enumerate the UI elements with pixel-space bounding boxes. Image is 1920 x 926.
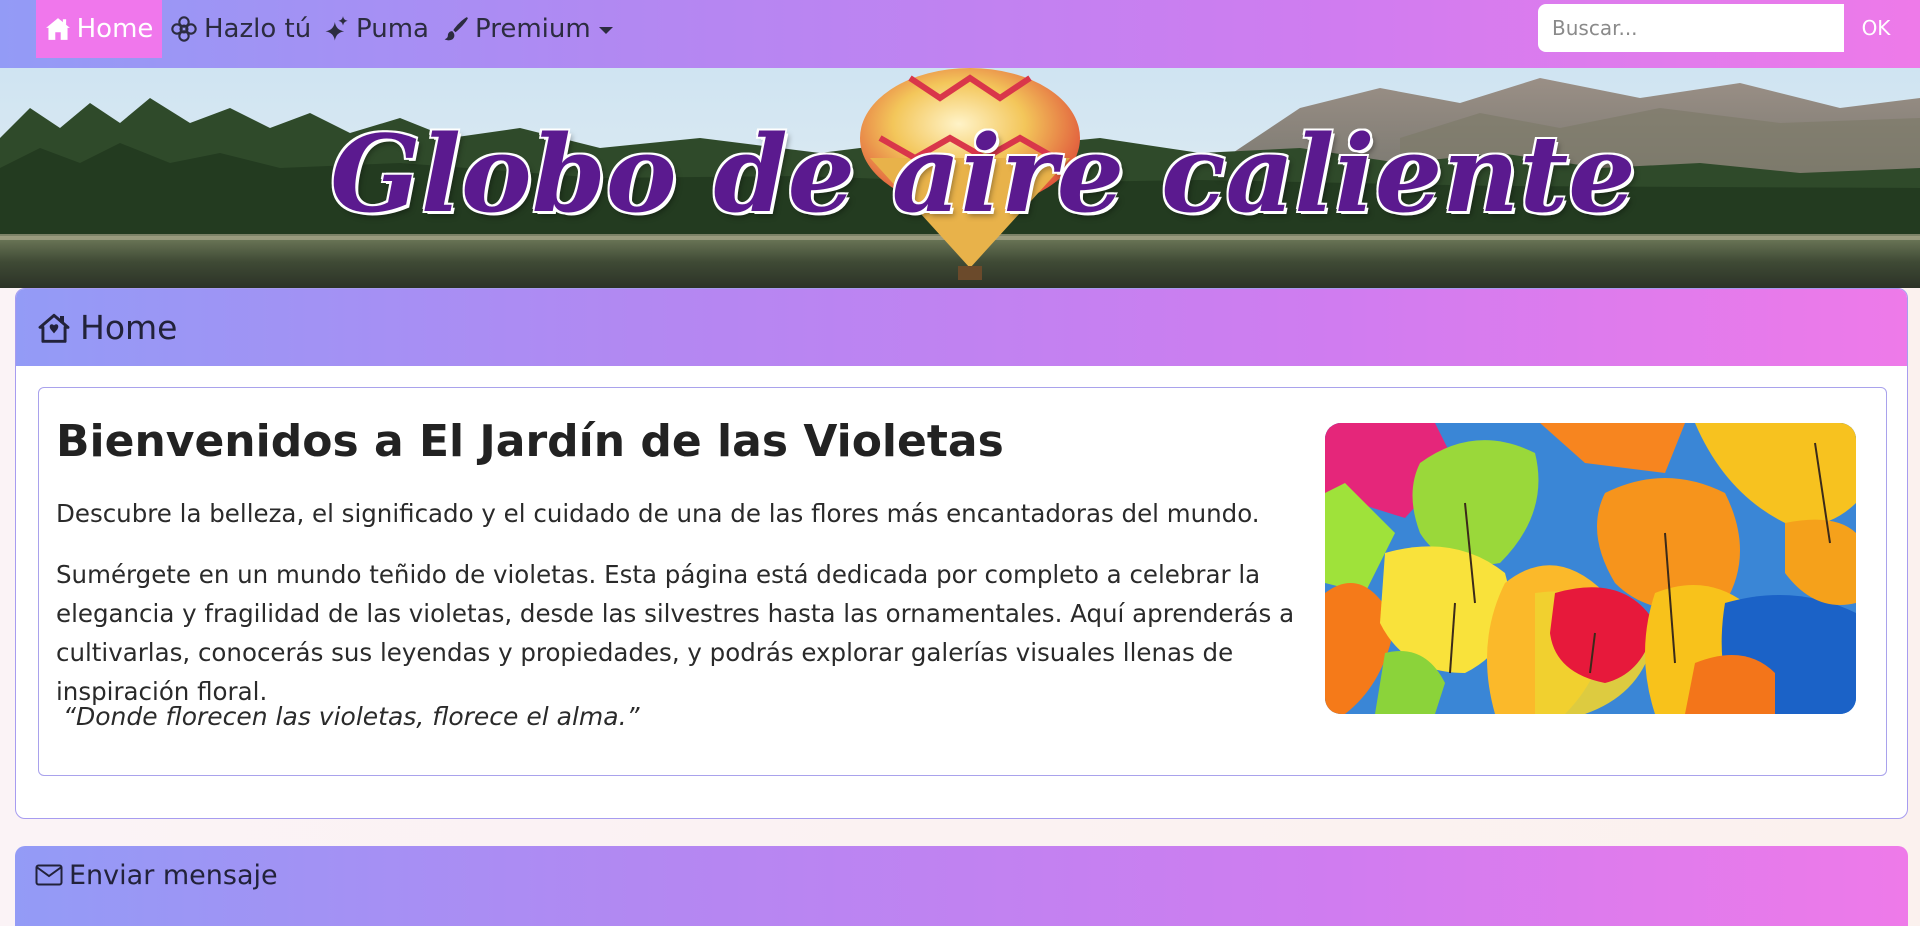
send-message-label: Enviar mensaje: [69, 860, 278, 891]
nav-item-home[interactable]: Home: [36, 0, 162, 58]
home-card-title: Home: [80, 308, 178, 347]
quote-text: “Donde florecen las violetas, florece el…: [63, 702, 640, 731]
hero-banner: Globo de aire caliente: [0, 68, 1920, 288]
umbrellas-illustration: [1325, 423, 1856, 714]
send-message-card[interactable]: Enviar mensaje: [15, 846, 1908, 926]
search-submit-button[interactable]: OK: [1846, 4, 1906, 52]
description-paragraph: Sumérgete en un mundo teñido de violetas…: [56, 560, 1295, 706]
brush-icon: [444, 17, 468, 41]
sparkles-icon: [325, 16, 348, 41]
search-input[interactable]: [1538, 4, 1844, 52]
welcome-section: Bienvenidos a El Jardín de las Violetas …: [38, 387, 1887, 776]
intro-paragraph: Descubre la belleza, el significado y el…: [56, 499, 1260, 528]
nav-item-premium-dropdown[interactable]: Premium: [443, 0, 613, 58]
nav-item-label: Puma: [356, 14, 429, 44]
home-card: Home Bienvenidos a El Jardín de las Viol…: [15, 288, 1908, 819]
nav-item-hazlo-tu[interactable]: Hazlo tú: [170, 0, 311, 58]
flower-icon: [171, 16, 197, 42]
nav-item-label: Home: [76, 14, 154, 44]
house-icon: [38, 313, 70, 343]
top-navbar: Home Hazlo tú Puma Premium OK: [0, 0, 1920, 68]
welcome-heading: Bienvenidos a El Jardín de las Violetas: [56, 416, 1004, 467]
umbrellas-image: [1325, 423, 1856, 714]
house-icon: [45, 18, 70, 40]
envelope-icon: [35, 864, 63, 886]
nav-item-label: Premium: [475, 14, 591, 44]
banner-title: Globo de aire caliente: [330, 110, 1636, 236]
nav-item-puma[interactable]: Puma: [322, 0, 429, 58]
home-card-header: Home: [16, 289, 1907, 366]
chevron-down-icon: [598, 26, 613, 34]
nav-item-label: Hazlo tú: [204, 14, 312, 44]
